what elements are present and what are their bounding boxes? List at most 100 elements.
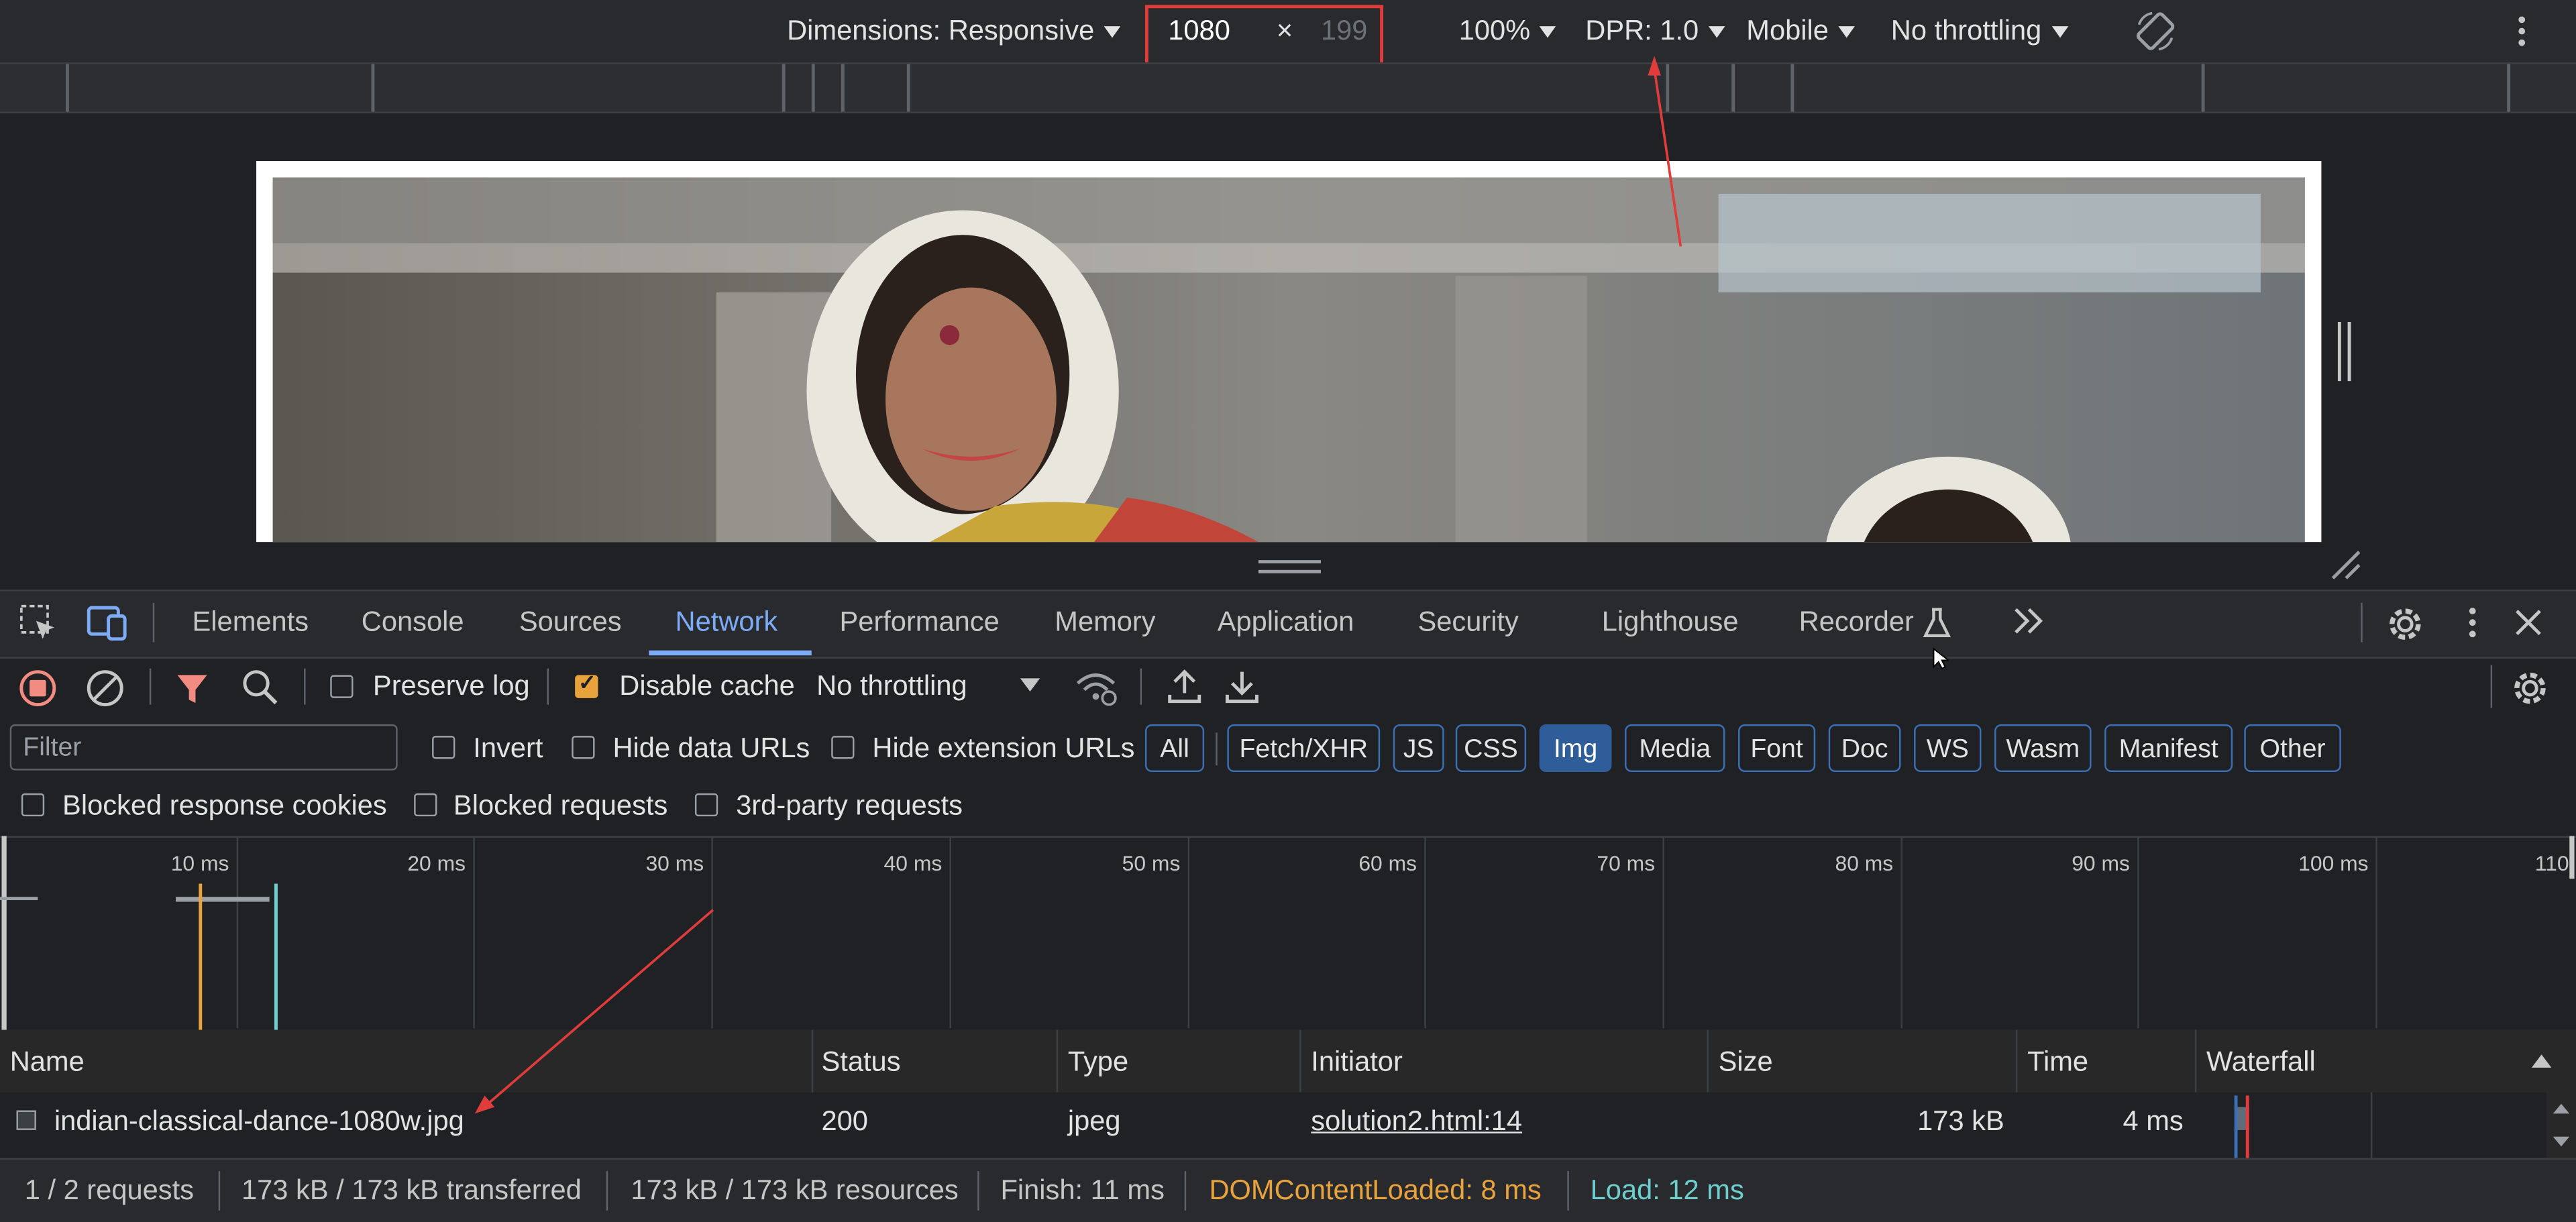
filter-type-ws[interactable]: WS xyxy=(1914,724,1982,773)
width-resize-handle[interactable] xyxy=(2337,322,2351,382)
hide-extension-urls-label: Hide extension URLs xyxy=(872,732,1135,764)
timeline-selection-handle-right[interactable] xyxy=(2569,836,2575,879)
separator xyxy=(2490,665,2493,708)
panel-resize-handle[interactable] xyxy=(1258,560,1321,573)
timeline-gridline xyxy=(236,837,239,1029)
request-initiator-link[interactable]: solution2.html:14 xyxy=(1311,1105,1522,1138)
request-name[interactable]: indian-classical-dance-1080w.jpg xyxy=(54,1105,464,1138)
filter-type-wasm[interactable]: Wasm xyxy=(1994,724,2092,773)
network-throttling-select[interactable]: No throttling xyxy=(816,670,967,703)
customize-devtools-icon[interactable] xyxy=(2464,606,2480,647)
import-har-icon[interactable] xyxy=(1167,667,1203,714)
column-header-status[interactable]: Status xyxy=(822,1046,901,1079)
more-options-icon[interactable] xyxy=(2514,15,2530,56)
column-header-time[interactable]: Time xyxy=(2027,1046,2088,1079)
filter-type-all[interactable]: All xyxy=(1144,724,1205,773)
device-type-dropdown[interactable]: Mobile xyxy=(1746,15,1855,48)
column-header-type[interactable]: Type xyxy=(1068,1046,1128,1079)
third-party-requests-checkbox[interactable] xyxy=(694,793,718,817)
separator xyxy=(1184,1171,1187,1211)
inspect-element-icon[interactable] xyxy=(18,603,58,651)
hide-data-urls-checkbox[interactable] xyxy=(572,736,595,759)
timeline-tick-label: 50 ms xyxy=(1122,850,1181,876)
tab-memory[interactable]: Memory xyxy=(1055,606,1155,639)
sort-ascending-icon[interactable] xyxy=(2531,1054,2552,1068)
timeline-tick-label: 20 ms xyxy=(407,850,466,876)
separator xyxy=(1567,1171,1569,1211)
tab-application[interactable]: Application xyxy=(1218,606,1354,639)
zoom-dropdown[interactable]: 100% xyxy=(1459,15,1557,48)
timeline-gridline xyxy=(473,837,475,1029)
column-header-waterfall[interactable]: Waterfall xyxy=(2206,1046,2316,1079)
tab-lighthouse[interactable]: Lighthouse xyxy=(1602,606,1739,639)
filter-type-font[interactable]: Font xyxy=(1738,724,1816,773)
blocked-requests-checkbox[interactable] xyxy=(414,793,437,817)
search-icon[interactable] xyxy=(241,669,281,716)
filter-type-media[interactable]: Media xyxy=(1625,724,1725,773)
dpr-label: DPR: 1.0 xyxy=(1585,15,1699,46)
timeline-tick-label: 60 ms xyxy=(1358,850,1417,876)
network-conditions-icon[interactable] xyxy=(1075,669,1121,716)
column-header-initiator[interactable]: Initiator xyxy=(1311,1046,1403,1079)
scroll-up-icon[interactable] xyxy=(2553,1103,2570,1114)
export-har-icon[interactable] xyxy=(1224,667,1260,714)
filter-type-other[interactable]: Other xyxy=(2244,724,2341,773)
hide-data-urls-label: Hide data URLs xyxy=(612,732,810,764)
corner-resize-icon[interactable] xyxy=(2330,549,2363,590)
device-type-label: Mobile xyxy=(1746,15,1829,46)
close-devtools-icon[interactable] xyxy=(2514,608,2543,645)
dom-content-loaded-time: DOMContentLoaded: 8 ms xyxy=(1209,1174,1542,1206)
invert-checkbox[interactable] xyxy=(432,736,455,759)
tab-elements[interactable]: Elements xyxy=(193,606,309,639)
blocked-response-cookies-label: Blocked response cookies xyxy=(62,789,387,822)
tab-performance[interactable]: Performance xyxy=(839,606,999,639)
tab-security[interactable]: Security xyxy=(1417,606,1518,639)
disable-cache-label: Disable cache xyxy=(619,670,795,702)
filter-type-img[interactable]: Img xyxy=(1539,724,1612,773)
timeline-overview[interactable] xyxy=(0,836,2576,1034)
tab-network[interactable]: Network xyxy=(676,606,778,639)
device-toolbar-toggle-icon[interactable] xyxy=(85,603,128,651)
filter-type-doc[interactable]: Doc xyxy=(1828,724,1901,773)
filter-type-fetch-xhr[interactable]: Fetch/XHR xyxy=(1227,724,1381,773)
hide-extension-urls-checkbox[interactable] xyxy=(831,736,855,759)
filter-type-manifest[interactable]: Manifest xyxy=(2104,724,2233,773)
separator xyxy=(304,668,306,705)
dpr-dropdown[interactable]: DPR: 1.0 xyxy=(1585,15,1725,48)
flask-icon xyxy=(1922,606,1951,647)
dimensions-dropdown[interactable]: Dimensions: Responsive xyxy=(787,15,1120,48)
request-status: 200 xyxy=(821,1105,868,1137)
filter-icon[interactable] xyxy=(174,670,211,714)
more-tabs-icon[interactable] xyxy=(2011,604,2047,645)
height-input[interactable]: 199 xyxy=(1321,15,1367,48)
filter-type-css[interactable]: CSS xyxy=(1455,724,1527,773)
width-input[interactable]: 1080 xyxy=(1168,15,1230,48)
separator xyxy=(1216,732,1218,766)
tab-console[interactable]: Console xyxy=(362,606,464,639)
network-settings-icon[interactable] xyxy=(2509,667,2552,718)
filter-input[interactable]: Filter xyxy=(9,724,398,771)
tab-sources[interactable]: Sources xyxy=(519,606,622,639)
timeline-gridline xyxy=(1187,837,1190,1029)
timeline-selection-handle-left[interactable] xyxy=(1,836,7,1030)
column-header-name[interactable]: Name xyxy=(10,1046,85,1079)
timeline-gridline xyxy=(1424,837,1426,1029)
preserve-log-checkbox[interactable] xyxy=(330,675,354,698)
timeline-tick-label: 80 ms xyxy=(1835,850,1894,876)
disable-cache-checkbox[interactable] xyxy=(575,670,598,698)
stop-recording-icon[interactable] xyxy=(18,669,58,716)
settings-gear-icon[interactable] xyxy=(2383,603,2426,654)
rotate-icon[interactable] xyxy=(2133,8,2179,62)
scrollbar[interactable] xyxy=(2546,1092,2576,1158)
clear-icon[interactable] xyxy=(85,669,125,716)
media-query-bar[interactable] xyxy=(0,62,2576,113)
column-header-size[interactable]: Size xyxy=(1719,1046,1773,1079)
scroll-down-icon[interactable] xyxy=(2553,1136,2570,1147)
device-throttling-dropdown[interactable]: No throttling xyxy=(1891,15,2068,48)
blocked-response-cookies-checkbox[interactable] xyxy=(21,793,45,817)
filter-type-js[interactable]: JS xyxy=(1393,724,1444,773)
chevron-down-icon[interactable] xyxy=(1020,678,1040,692)
timeline-tick-label: 30 ms xyxy=(645,850,704,876)
tab-recorder[interactable]: Recorder xyxy=(1799,606,1914,639)
timeline-request-bar xyxy=(176,897,270,902)
